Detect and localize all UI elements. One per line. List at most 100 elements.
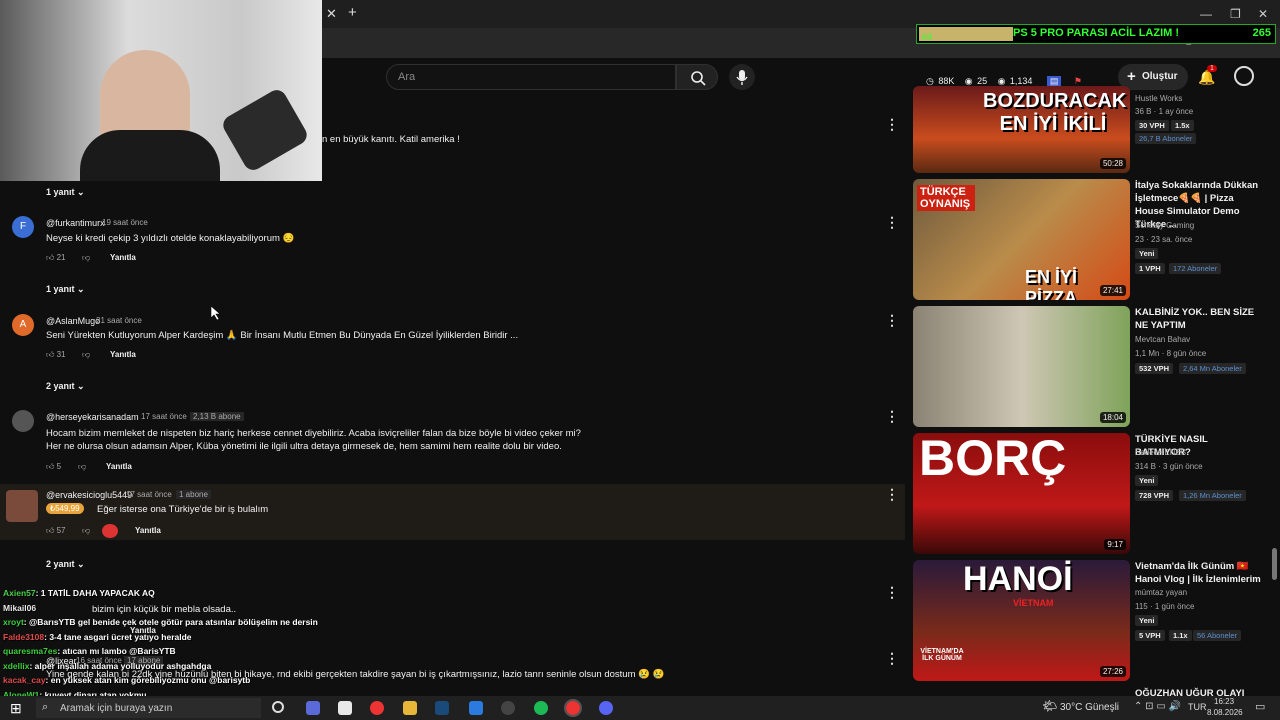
spotify-icon[interactable] — [534, 701, 548, 715]
multiplier-chip: 1.5x — [1171, 120, 1194, 131]
video-thumbnail[interactable]: 18:04 — [913, 306, 1130, 427]
notifications-button[interactable]: 🔔 1 — [1198, 65, 1217, 87]
reply-button[interactable]: Yanıtla — [110, 253, 136, 262]
chat-text: : atıcan mı lambo @BarisYTB — [57, 646, 176, 656]
like-button[interactable]: 👍︎ 5 — [46, 462, 61, 472]
alert-icon[interactable]: ⚑ — [1074, 76, 1082, 86]
thumbnail-text: BORÇ — [919, 433, 1067, 486]
more-icon[interactable]: ⋮ — [885, 584, 899, 601]
chrome-icon[interactable] — [370, 701, 384, 715]
chat-message: xdellix: alper inşallah adama yolluyodur… — [3, 661, 211, 671]
more-icon[interactable]: ⋮ — [885, 486, 899, 503]
chat-message: Falde3108: 3-4 tane asgari ücret yatıyo … — [3, 632, 192, 642]
folder-icon[interactable] — [403, 701, 417, 715]
show-replies-button[interactable]: 1 yanıt ⌄ — [46, 187, 85, 198]
comment-time: 17 saat önce — [126, 490, 172, 499]
streamer-body — [80, 130, 220, 181]
webcam-overlay — [0, 0, 322, 181]
avatar[interactable]: A — [12, 314, 34, 336]
more-icon[interactable]: ⋮ — [885, 650, 899, 667]
windows-start-icon[interactable]: ⊞ — [10, 700, 22, 717]
reply-button[interactable]: Yanıtla — [110, 350, 136, 359]
tray-icons[interactable]: ⌃ ⊡ ▭ 🔊 — [1134, 701, 1181, 712]
weather-text[interactable]: 30°C Güneşli — [1060, 702, 1119, 713]
more-icon[interactable]: ⋮ — [885, 214, 899, 231]
like-button[interactable]: 👍︎ 31 — [46, 350, 66, 360]
avatar[interactable]: F — [12, 216, 34, 238]
creator-heart-icon — [102, 524, 118, 538]
create-button[interactable]: + Oluştur — [1118, 64, 1188, 90]
more-icon[interactable]: ⋮ — [885, 408, 899, 425]
video-thumbnail[interactable]: BOZDURACAK EN İYİ İKİLİ 50:28 — [913, 86, 1130, 173]
video-channel[interactable]: Sadece ENES — [1135, 448, 1186, 457]
avatar[interactable] — [1234, 66, 1254, 86]
video-meta: 115 · 1 gün önce — [1135, 602, 1195, 611]
more-icon[interactable]: ⋮ — [885, 312, 899, 329]
cortana-icon[interactable] — [272, 701, 284, 713]
chrome-icon[interactable] — [564, 699, 582, 717]
video-channel[interactable]: Hustle Works — [1135, 94, 1182, 103]
video-meta: 1,1 Mn · 8 gün önce — [1135, 349, 1207, 358]
taskbar-search-placeholder: Aramak için buraya yazın — [60, 703, 173, 714]
video-thumbnail[interactable]: TÜRKÇE OYNANIŞ EN İYİ PİZZA 27:41 — [913, 179, 1130, 300]
language-indicator[interactable]: TUR — [1188, 702, 1207, 712]
obs-icon[interactable] — [501, 701, 515, 715]
steam-icon[interactable] — [435, 701, 449, 715]
app-icon[interactable] — [469, 701, 483, 715]
store-icon[interactable] — [338, 701, 352, 715]
video-thumbnail[interactable]: BORÇ 9:17 — [913, 433, 1130, 554]
reply-button[interactable]: Yanıtla — [135, 526, 161, 535]
scrollbar-thumb[interactable] — [1272, 548, 1277, 580]
vph-chip: 30 VPH — [1135, 120, 1169, 131]
new-tab-icon[interactable]: + — [348, 4, 357, 21]
video-channel[interactable]: Mevtcan Bahav — [1135, 335, 1190, 344]
clock-date[interactable]: 8.08.2026 — [1207, 708, 1243, 717]
show-replies-button[interactable]: 2 yanıt ⌄ — [46, 559, 85, 570]
comment-author[interactable]: @furkantimurx — [46, 218, 105, 228]
video-thumbnail[interactable]: HANOİ VİETNAM VİETNAM'DA İLK GÜNÜM 27:26 — [913, 560, 1130, 681]
avatar[interactable] — [6, 490, 38, 522]
taskbar-search[interactable]: ⌕ Aramak için buraya yazın — [36, 698, 261, 718]
minimize-icon[interactable]: — — [1200, 7, 1212, 21]
like-button[interactable]: 👍︎ 21 — [46, 253, 66, 263]
search-input[interactable]: Ara — [386, 64, 676, 90]
thumbnail-text: VİETNAM — [1013, 598, 1054, 608]
voice-search-button[interactable] — [729, 64, 755, 90]
video-title[interactable]: KALBİNİZ YOK.. BEN SİZE NE YAPTIM — [1135, 306, 1265, 332]
clock-time[interactable]: 16:23 — [1214, 697, 1234, 706]
clock-icon: ◷ — [926, 76, 934, 86]
app-icon[interactable] — [306, 701, 320, 715]
close-tab-icon[interactable]: ✕ — [326, 6, 337, 22]
extension-badge-icon[interactable]: ▤ — [1046, 76, 1062, 86]
show-replies-button[interactable]: 2 yanıt ⌄ — [46, 381, 85, 392]
show-replies-button[interactable]: 1 yanıt ⌄ — [46, 284, 85, 295]
plus-icon: + — [1127, 68, 1136, 85]
comment-author[interactable]: @AslanMugo — [46, 316, 100, 326]
comment-author[interactable]: @ervakesicioglu5449 — [46, 490, 132, 500]
notification-center-icon[interactable]: ▭ — [1255, 700, 1265, 713]
window-close-icon[interactable]: ✕ — [1258, 7, 1268, 21]
video-meta: 36 B · 1 ay önce — [1135, 107, 1194, 116]
vph-chip: 5 VPH — [1135, 630, 1165, 641]
avatar[interactable] — [12, 410, 34, 432]
dislike-button[interactable]: 👎︎ — [82, 526, 90, 536]
discord-icon[interactable] — [599, 701, 613, 715]
dislike-button[interactable]: 👎︎ — [82, 253, 90, 263]
video-title[interactable]: Vietnam'da İlk Günüm 🇻🇳 Hanoi Vlog | İlk… — [1135, 560, 1265, 586]
thumbnail-text: VİETNAM'DA İLK GÜNÜM — [920, 648, 964, 662]
comment-text: Eğer isterse ona Türkiye'de bir iş bulal… — [97, 504, 269, 515]
reply-button[interactable]: Yanıtla — [106, 462, 132, 471]
comment-text: Seni Yürekten Kutluyorum Alper Kardeşim … — [46, 330, 519, 341]
more-icon[interactable]: ⋮ — [885, 116, 899, 133]
chat-message: quaresma7es: atıcan mı lambo @BarisYTB — [3, 646, 176, 656]
search-button[interactable] — [676, 64, 718, 90]
dislike-button[interactable]: 👎︎ — [78, 462, 86, 472]
video-channel[interactable]: mümtaz yayan — [1135, 588, 1187, 597]
like-button[interactable]: 👍︎ 57 — [46, 526, 66, 536]
video-duration: 27:26 — [1099, 666, 1126, 677]
video-channel[interactable]: Scheaty Gaming — [1135, 221, 1194, 230]
restore-icon[interactable]: ❐ — [1230, 7, 1241, 21]
dislike-button[interactable]: 👎︎ — [82, 350, 90, 360]
comment-author[interactable]: @herseyekarisanadam — [46, 412, 139, 422]
donation-goal-banner: 69 PS 5 PRO PARASI ACİL LAZIM ! 265 — [916, 24, 1276, 44]
